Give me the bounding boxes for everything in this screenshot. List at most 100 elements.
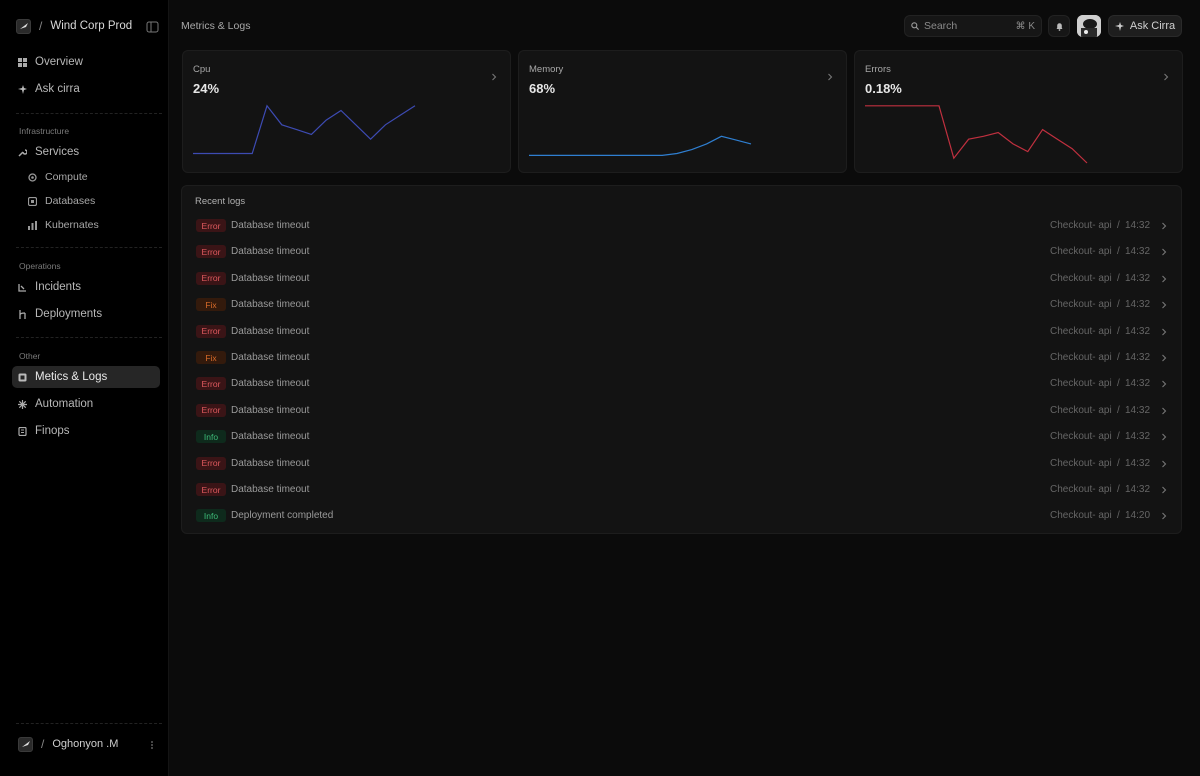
log-row[interactable]: Fix Database timeout Checkout- api / 14:32 <box>182 346 1183 370</box>
chevron-right-icon <box>1162 354 1167 362</box>
metric-card-memory[interactable]: Memory 68% <box>518 50 847 173</box>
ask-cirra-button[interactable]: Ask Cirra <box>1108 15 1182 37</box>
log-row[interactable]: Info Deployment completed Checkout- api / 14… <box>182 504 1183 528</box>
log-service: Checkout- api <box>1050 378 1112 390</box>
series-line <box>193 104 416 155</box>
log-level-badge: Info <box>196 509 226 523</box>
log-time: 14:32 <box>1125 246 1151 258</box>
metric-value: 68% <box>529 81 556 96</box>
log-message: Database timeout <box>231 404 310 416</box>
log-message: Database timeout <box>231 352 310 363</box>
sidebar-toggle-icon[interactable] <box>146 20 159 33</box>
log-time: 14:32 <box>1125 352 1151 363</box>
log-row[interactable]: Fix Database timeout Checkout- api / 14:32 <box>182 293 1183 317</box>
log-separator: / <box>1117 510 1120 522</box>
log-row[interactable]: Error Database timeout Checkout- api / 14:32 <box>182 452 1183 476</box>
sidebar-item-label: Databases <box>45 195 96 207</box>
log-level-badge: Fix <box>196 351 226 364</box>
branch-icon <box>19 309 26 319</box>
divider <box>16 247 162 248</box>
log-separator: / <box>1117 404 1120 416</box>
sidebar-item-incidents[interactable]: Incidents <box>12 276 160 298</box>
divider <box>16 337 162 338</box>
log-service: Checkout- api <box>1050 299 1112 311</box>
sidebar-item-label: Ask cirra <box>35 83 80 95</box>
metric-value: 24% <box>193 81 220 96</box>
log-separator: / <box>1117 299 1120 311</box>
log-level-badge: Error <box>196 377 226 391</box>
notifications-button[interactable] <box>1048 15 1070 37</box>
log-row[interactable]: Error Database timeout Checkout- api / 14:32 <box>182 267 1183 291</box>
log-row[interactable]: Info Database timeout Checkout- api / 14:32 <box>182 425 1183 449</box>
org-separator: / <box>39 19 43 33</box>
chevron-right-icon <box>1162 486 1167 494</box>
log-separator: / <box>1117 246 1120 258</box>
user-profile[interactable]: / Oghonyon .M <box>18 736 119 752</box>
sidebar-item-kubernates[interactable]: Kubernates <box>22 214 160 236</box>
log-service: Checkout- api <box>1050 272 1112 284</box>
log-time: 14:32 <box>1125 220 1151 231</box>
metric-value: 0.18% <box>865 81 902 96</box>
log-service: Checkout- api <box>1050 484 1112 495</box>
chevron-right-icon <box>1162 433 1167 441</box>
metric-card-errors[interactable]: Errors 0.18% <box>854 50 1183 173</box>
log-level-badge: Error <box>196 483 226 496</box>
errors-sparkline <box>865 105 1088 164</box>
section-label-operations: Operations <box>19 261 61 271</box>
search-icon <box>911 22 919 30</box>
sidebar-item-overview[interactable]: Overview <box>12 51 160 73</box>
avatar[interactable] <box>1077 15 1101 37</box>
log-message: Database timeout <box>231 484 310 495</box>
log-message: Database timeout <box>231 246 310 258</box>
chevron-right-icon <box>1162 513 1167 520</box>
bar-chart-icon <box>28 220 37 230</box>
sidebar-item-compute[interactable]: Compute <box>22 166 160 188</box>
log-row[interactable]: Error Database timeout Checkout- api / 14:32 <box>182 320 1183 344</box>
chevron-right-icon <box>492 73 497 81</box>
log-time: 14:32 <box>1125 378 1151 390</box>
sidebar-item-services[interactable]: Services <box>12 141 160 163</box>
log-separator: / <box>1117 457 1120 469</box>
chip-icon <box>28 172 37 182</box>
sidebar-item-metics-logs[interactable]: Metics & Logs <box>12 366 160 388</box>
sidebar-item-ask-cirra[interactable]: Ask cirra <box>12 78 160 100</box>
log-row[interactable]: Error Database timeout Checkout- api / 14:32 <box>182 240 1183 264</box>
sidebar-item-databases[interactable]: Databases <box>22 190 160 212</box>
metric-label: Memory <box>529 64 564 75</box>
log-service: Checkout- api <box>1050 220 1112 231</box>
log-row[interactable]: Error Database timeout Checkout- api / 14:32 <box>182 214 1183 238</box>
section-label-infrastructure: Infrastructure <box>19 126 70 136</box>
log-time: 14:32 <box>1125 484 1151 495</box>
more-vertical-icon[interactable] <box>149 740 155 750</box>
log-separator: / <box>1117 220 1120 231</box>
log-separator: / <box>1117 378 1120 390</box>
sidebar-item-label: Compute <box>45 171 88 183</box>
database-icon <box>28 196 37 206</box>
sidebar-item-automation[interactable]: Automation <box>12 393 160 415</box>
log-time: 14:32 <box>1125 457 1151 469</box>
incident-icon <box>18 283 26 292</box>
log-row[interactable]: Error Database timeout Checkout- api / 14:32 <box>182 399 1183 423</box>
log-message: Database timeout <box>231 299 310 311</box>
org-switcher[interactable]: / Wind Corp Prod <box>16 17 132 35</box>
log-message: Database timeout <box>231 378 310 390</box>
log-time: 14:32 <box>1125 431 1151 443</box>
log-level-badge: Error <box>196 324 226 338</box>
search-placeholder: Search <box>924 20 958 32</box>
metric-card-cpu[interactable]: Cpu 24% <box>182 50 511 173</box>
user-logo-icon <box>18 736 33 752</box>
recent-logs-panel: Recent logs Error Database timeout Checkou… <box>181 185 1182 534</box>
user-name: Oghonyon .M <box>52 738 119 750</box>
log-separator: / <box>1117 484 1120 495</box>
series-line <box>529 135 752 157</box>
chevron-right-icon <box>1164 73 1169 81</box>
page-title: Metrics & Logs <box>181 20 251 32</box>
log-row[interactable]: Error Database timeout Checkout- api / 14:32 <box>182 372 1183 396</box>
log-service: Checkout- api <box>1050 404 1112 416</box>
sidebar-item-deployments[interactable]: Deployments <box>12 303 160 325</box>
sidebar-item-finops[interactable]: Finops <box>12 420 160 442</box>
log-time: 14:32 <box>1125 404 1151 416</box>
log-row[interactable]: Error Database timeout Checkout- api / 14:32 <box>182 478 1183 502</box>
chevron-right-icon <box>1162 301 1167 309</box>
search-input[interactable]: Search ⌘ K <box>904 15 1042 37</box>
